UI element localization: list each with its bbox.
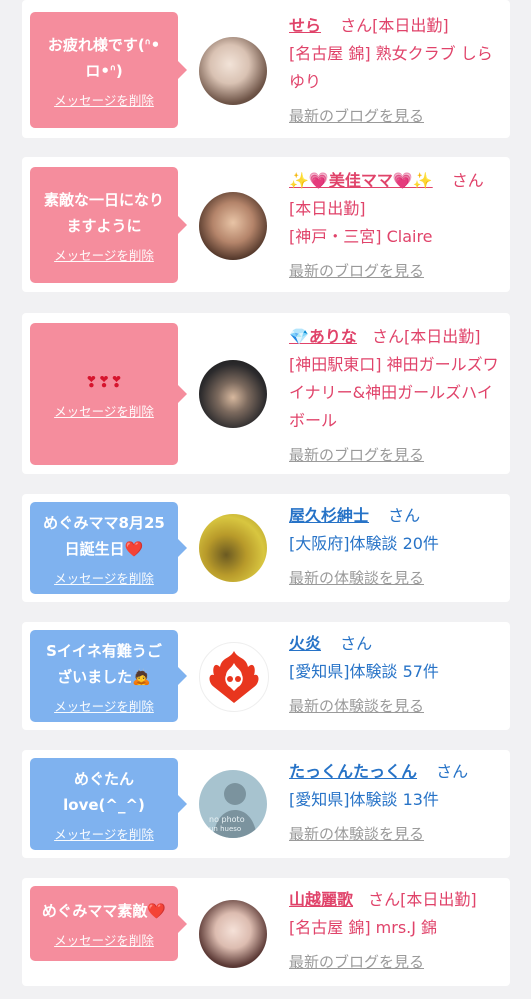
svg-text:un hueso: un hueso: [209, 825, 241, 833]
delete-message-link[interactable]: メッセージを削除: [54, 930, 154, 949]
user-suffix: さん: [436, 762, 469, 781]
flame-skull-icon: [209, 651, 259, 703]
message-text: 素敵な一日になり ますように: [43, 190, 164, 235]
user-suffix: さん[本日出勤]: [372, 327, 481, 346]
latest-blog-link[interactable]: 最新のブログを見る: [289, 257, 504, 285]
delete-message-link[interactable]: メッセージを削除: [54, 90, 154, 109]
message-bubble: 素敵な一日になり ますように メッセージを削除: [30, 167, 187, 283]
user-name-link[interactable]: 💎ありな: [289, 327, 357, 346]
avatar[interactable]: [199, 192, 267, 260]
latest-review-link[interactable]: 最新の体験談を見る: [289, 820, 504, 848]
user-suffix: さん: [388, 506, 421, 525]
message-text: めぐたん love(^_^): [63, 769, 145, 814]
user-detail: [本日出勤]: [289, 199, 366, 218]
message-text: Sイイネ有難うご ざいました🙇: [46, 641, 162, 686]
user-detail: [大阪府]体験談 20件: [289, 534, 439, 553]
message-card: めぐみママ8月25 日誕生日❤️ メッセージを削除 屋久杉紳士 さん [大阪府]…: [22, 494, 510, 602]
message-card: めぐたん love(^_^) メッセージを削除 no photo un hues…: [22, 750, 510, 858]
latest-blog-link[interactable]: 最新のブログを見る: [289, 948, 504, 976]
message-bubble: Sイイネ有難うご ざいました🙇 メッセージを削除: [30, 630, 187, 722]
avatar[interactable]: no photo un hueso: [199, 770, 267, 838]
message-card: Sイイネ有難うご ざいました🙇 メッセージを削除 火炎 さん [愛知県]体験談 …: [22, 622, 510, 730]
message-text: お疲れ様です(ᐢ• ロ•ᐢ): [47, 35, 161, 80]
message-card: ❣❣❣ メッセージを削除 💎ありな さん[本日出勤] [神田駅東口] 神田ガール…: [22, 313, 510, 474]
latest-review-link[interactable]: 最新の体験談を見る: [289, 564, 504, 592]
message-text: めぐみママ素敵❤️: [41, 902, 167, 920]
avatar[interactable]: [199, 514, 267, 582]
message-bubble: めぐたん love(^_^) メッセージを削除: [30, 758, 187, 850]
user-name-link[interactable]: せら: [289, 16, 321, 35]
user-name-link[interactable]: ✨💗美佳ママ💗✨: [289, 171, 433, 190]
message-bubble: ❣❣❣ メッセージを削除: [30, 323, 187, 465]
delete-message-link[interactable]: メッセージを削除: [54, 401, 154, 420]
user-suffix: さん[本日出勤]: [368, 890, 477, 909]
latest-review-link[interactable]: 最新の体験談を見る: [289, 692, 504, 720]
delete-message-link[interactable]: メッセージを削除: [54, 568, 154, 587]
avatar[interactable]: [199, 360, 267, 428]
user-detail: [名古屋 錦] mrs.J 錦: [289, 918, 438, 937]
user-detail: [神戸・三宮] Claire: [289, 227, 433, 246]
delete-message-link[interactable]: メッセージを削除: [54, 824, 154, 843]
delete-message-link[interactable]: メッセージを削除: [54, 245, 154, 264]
user-suffix: さん: [451, 171, 484, 190]
user-name-link[interactable]: 火炎: [289, 634, 321, 653]
message-text: ❣❣❣: [85, 372, 123, 391]
message-text: めぐみママ8月25 日誕生日❤️: [43, 513, 165, 558]
avatar[interactable]: [199, 37, 267, 105]
delete-message-link[interactable]: メッセージを削除: [54, 696, 154, 715]
latest-blog-link[interactable]: 最新のブログを見る: [289, 441, 504, 469]
message-card: 素敵な一日になり ますように メッセージを削除 ✨💗美佳ママ💗✨ さん [本日出…: [22, 157, 510, 292]
user-name-link[interactable]: 山越麗歌: [289, 890, 353, 909]
message-card: めぐみママ素敵❤️ メッセージを削除 山越麗歌 さん[本日出勤] [名古屋 錦]…: [22, 878, 510, 986]
user-suffix: さん[本日出勤]: [340, 16, 449, 35]
user-name-link[interactable]: 屋久杉紳士: [289, 506, 369, 525]
avatar[interactable]: [199, 642, 269, 712]
message-bubble: めぐみママ素敵❤️ メッセージを削除: [30, 886, 187, 961]
user-detail: [名古屋 錦] 熟女クラブ しらゆり: [289, 44, 493, 91]
user-name-link[interactable]: たっくんたっくん: [289, 762, 417, 781]
user-detail: [神田駅東口] 神田ガールズワイナリー&神田ガールズハイボール: [289, 355, 499, 430]
no-photo-icon: no photo un hueso: [209, 783, 257, 838]
latest-blog-link[interactable]: 最新のブログを見る: [289, 102, 504, 130]
user-detail: [愛知県]体験談 13件: [289, 790, 439, 809]
message-bubble: お疲れ様です(ᐢ• ロ•ᐢ) メッセージを削除: [30, 12, 187, 128]
user-detail: [愛知県]体験談 57件: [289, 662, 439, 681]
message-bubble: めぐみママ8月25 日誕生日❤️ メッセージを削除: [30, 502, 187, 594]
avatar[interactable]: [199, 900, 267, 968]
message-card: お疲れ様です(ᐢ• ロ•ᐢ) メッセージを削除 せら さん[本日出勤] [名古屋…: [22, 0, 510, 138]
svg-text:no photo: no photo: [209, 815, 245, 824]
user-suffix: さん: [340, 634, 373, 653]
